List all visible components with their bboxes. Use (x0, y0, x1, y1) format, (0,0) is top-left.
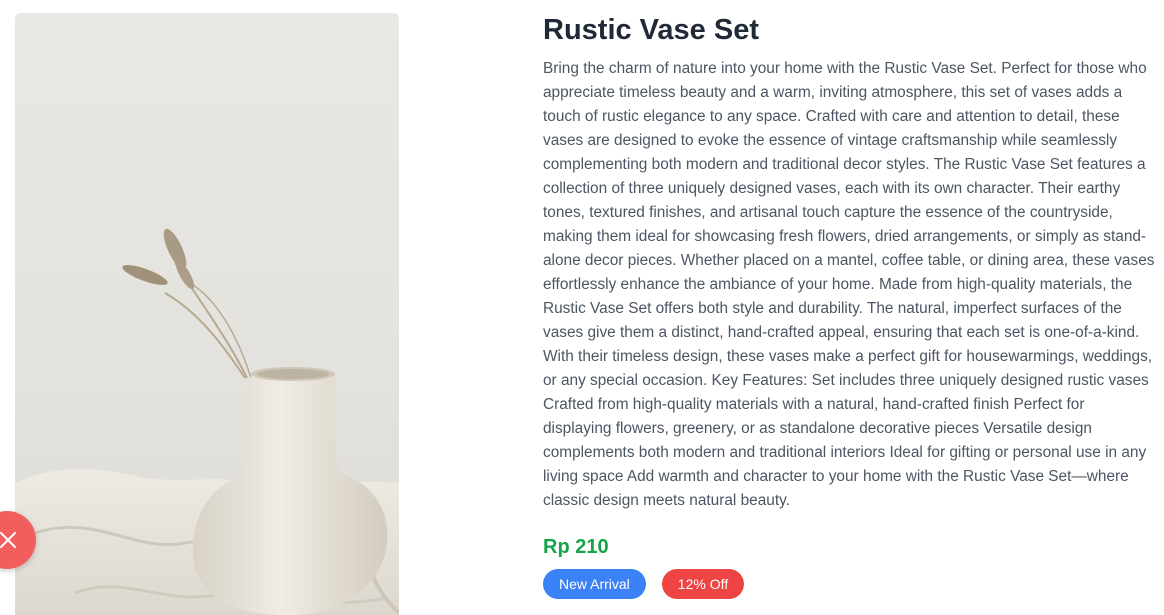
badge-row: New Arrival 12% Off (543, 569, 1155, 599)
product-info: Rustic Vase Set Bring the charm of natur… (543, 12, 1155, 599)
product-detail-page: Rustic Vase Set Bring the charm of natur… (0, 0, 1164, 615)
product-description: Bring the charm of nature into your home… (543, 60, 1155, 509)
product-image (15, 13, 399, 615)
product-title: Rustic Vase Set (543, 14, 759, 46)
product-price: Rp 210 (543, 536, 609, 558)
discount-badge: 12% Off (661, 569, 745, 599)
new-arrival-badge: New Arrival (543, 569, 646, 599)
vase-photo (15, 13, 399, 615)
close-icon (0, 532, 16, 548)
